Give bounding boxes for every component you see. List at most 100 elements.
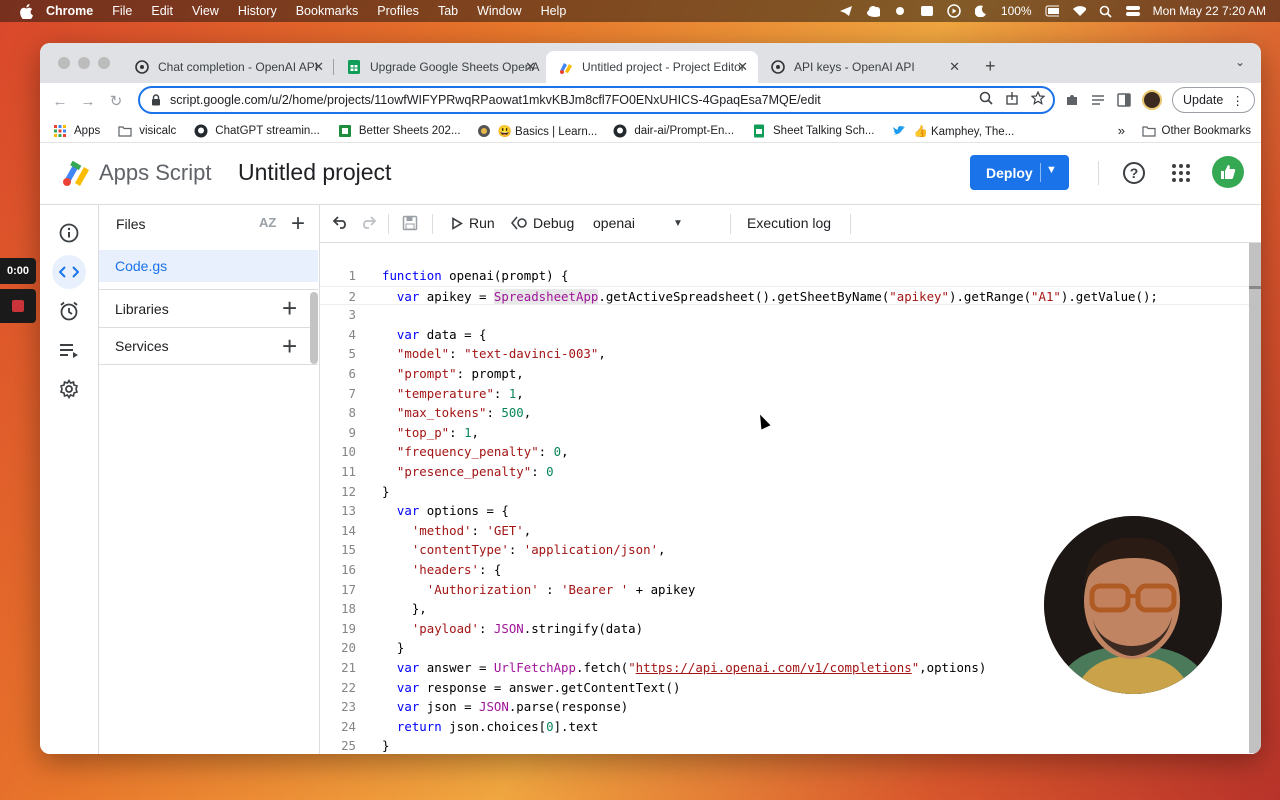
settings-gear-icon[interactable]	[58, 378, 80, 400]
more-bookmarks-chevron-icon[interactable]: »	[1118, 123, 1125, 138]
keyboard-icon[interactable]	[920, 4, 934, 18]
code-text[interactable]: var response = answer.getContentText()	[382, 678, 680, 698]
profile-avatar[interactable]	[1142, 90, 1162, 110]
update-button[interactable]: Update ⋮	[1172, 87, 1255, 113]
google-apps-grid-icon[interactable]	[1172, 164, 1190, 182]
menu-tab[interactable]: Tab	[438, 4, 458, 18]
code-line[interactable]: 11 "presence_penalty": 0	[320, 462, 1249, 482]
code-text[interactable]: "presence_penalty": 0	[382, 462, 554, 482]
menu-chrome[interactable]: Chrome	[46, 4, 93, 18]
code-text[interactable]: var answer = UrlFetchApp.fetch("https://…	[382, 658, 986, 678]
menu-bookmarks[interactable]: Bookmarks	[296, 4, 359, 18]
bookmark-item[interactable]: dair-ai/Prompt-En...	[613, 124, 734, 138]
help-icon[interactable]: ?	[1123, 162, 1145, 184]
code-line[interactable]: 13 var options = {	[320, 501, 1249, 521]
code-text[interactable]: return json.choices[0].text	[382, 717, 598, 737]
code-line[interactable]: 25}	[320, 736, 1249, 754]
new-tab-plus-icon[interactable]: +	[985, 56, 996, 77]
reload-icon[interactable]: ↻	[102, 87, 130, 115]
code-line[interactable]: 7 "temperature": 1,	[320, 384, 1249, 404]
code-line[interactable]: 12}	[320, 482, 1249, 502]
share-icon[interactable]	[1005, 91, 1019, 105]
side-panel-icon[interactable]	[1116, 92, 1132, 108]
add-service-plus-icon[interactable]: +	[282, 331, 297, 362]
moon-icon[interactable]	[974, 4, 988, 18]
close-tab-icon[interactable]: ✕	[313, 59, 324, 75]
stop-recording-button[interactable]	[0, 289, 36, 323]
code-line[interactable]: 10 "frequency_penalty": 0,	[320, 442, 1249, 462]
code-text[interactable]: function openai(prompt) {	[382, 266, 569, 286]
extensions-puzzle-icon[interactable]	[1064, 92, 1080, 108]
bookmark-item[interactable]: ChatGPT streamin...	[194, 124, 320, 138]
services-section[interactable]: Services +	[99, 327, 318, 365]
code-text[interactable]: "prompt": prompt,	[382, 364, 524, 384]
sun-icon[interactable]	[893, 4, 907, 18]
menu-help[interactable]: Help	[541, 4, 567, 18]
back-arrow-icon[interactable]: ←	[46, 87, 74, 115]
menu-file[interactable]: File	[112, 4, 132, 18]
code-text[interactable]: 'headers': {	[382, 560, 502, 580]
add-library-plus-icon[interactable]: +	[282, 293, 297, 324]
undo-icon[interactable]	[333, 215, 349, 229]
wifi-icon[interactable]	[1072, 4, 1086, 18]
bookmark-item[interactable]: 😃 Basics | Learn...	[477, 124, 597, 138]
code-line[interactable]: 9 "top_p": 1,	[320, 423, 1249, 443]
other-bookmarks[interactable]: Other Bookmarks	[1141, 124, 1251, 138]
control-center-icon[interactable]	[1125, 4, 1140, 18]
bookmark-item[interactable]: 👍 Kamphey, The...	[892, 124, 1014, 138]
bookmark-item[interactable]: Better Sheets 202...	[338, 124, 461, 138]
code-line[interactable]: 5 "model": "text-davinci-003",	[320, 344, 1249, 364]
forward-arrow-icon[interactable]: →	[74, 87, 102, 115]
bookmark-star-icon[interactable]	[1031, 91, 1045, 105]
add-file-plus-icon[interactable]: +	[291, 210, 305, 238]
file-item-code-gs[interactable]: Code.gs	[99, 250, 318, 282]
project-title[interactable]: Untitled project	[238, 159, 391, 186]
menu-view[interactable]: View	[192, 4, 219, 18]
tab-search-chevron-icon[interactable]: ⌄	[1235, 55, 1245, 69]
execution-log-button[interactable]: Execution log	[747, 215, 831, 231]
zoom-search-icon[interactable]	[979, 91, 993, 105]
run-button[interactable]: Run	[451, 215, 495, 231]
close-tab-icon[interactable]: ✕	[949, 59, 960, 75]
code-text[interactable]: var options = {	[382, 501, 509, 521]
code-text[interactable]: var apikey = SpreadsheetApp.getActiveSpr…	[382, 287, 1158, 307]
code-line[interactable]: 24 return json.choices[0].text	[320, 717, 1249, 737]
redo-icon[interactable]	[360, 215, 376, 229]
cloud-icon[interactable]	[866, 4, 880, 18]
menu-window[interactable]: Window	[477, 4, 521, 18]
bookmark-item[interactable]: Apps	[53, 124, 100, 138]
browser-tab[interactable]: API keys - OpenAI API ✕	[758, 51, 970, 83]
code-text[interactable]: "max_tokens": 500,	[382, 403, 531, 423]
code-text[interactable]: "frequency_penalty": 0,	[382, 442, 569, 462]
code-text[interactable]: }	[382, 482, 389, 502]
deploy-dropdown-icon[interactable]: ▼	[1046, 164, 1057, 176]
menu-history[interactable]: History	[238, 4, 277, 18]
user-avatar[interactable]	[1212, 156, 1244, 188]
executions-list-icon[interactable]	[58, 339, 80, 361]
code-line[interactable]: 23 var json = JSON.parse(response)	[320, 697, 1249, 717]
reading-list-icon[interactable]	[1090, 92, 1106, 108]
code-text[interactable]: var json = JSON.parse(response)	[382, 697, 628, 717]
apple-icon[interactable]	[18, 3, 34, 19]
browser-tab-active[interactable]: Untitled project - Project Editor ✕	[546, 51, 758, 83]
telegram-icon[interactable]	[839, 4, 853, 18]
editor-code-icon[interactable]	[58, 261, 80, 283]
sort-az-icon[interactable]: AZ	[259, 215, 276, 230]
battery-icon[interactable]	[1045, 4, 1059, 18]
address-bar[interactable]: script.google.com/u/2/home/projects/11ow…	[138, 86, 1055, 114]
minimize-window-button[interactable]	[78, 57, 90, 69]
clock-datetime[interactable]: Mon May 22 7:20 AM	[1153, 4, 1266, 18]
close-tab-icon[interactable]: ✕	[737, 59, 748, 75]
code-text[interactable]: },	[382, 599, 427, 619]
code-line[interactable]: 8 "max_tokens": 500,	[320, 403, 1249, 423]
play-icon[interactable]	[947, 4, 961, 18]
debug-button[interactable]: Debug	[511, 215, 574, 231]
overview-info-icon[interactable]	[58, 222, 80, 244]
function-select-dropdown[interactable]: openai ▼	[593, 215, 683, 231]
libraries-section[interactable]: Libraries +	[99, 289, 318, 327]
menu-edit[interactable]: Edit	[151, 4, 173, 18]
code-line[interactable]: 6 "prompt": prompt,	[320, 364, 1249, 384]
code-text[interactable]: }	[382, 736, 389, 754]
code-text[interactable]: "model": "text-davinci-003",	[382, 344, 606, 364]
code-line[interactable]: 2 var apikey = SpreadsheetApp.getActiveS…	[320, 285, 1249, 307]
